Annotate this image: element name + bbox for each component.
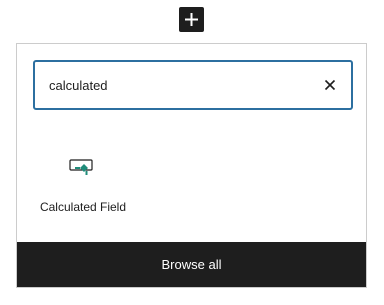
add-block-button[interactable] (179, 7, 204, 32)
block-inserter-root: Calculated Field Browse all (0, 0, 384, 305)
clear-search-button[interactable] (319, 74, 341, 96)
search-box (33, 60, 353, 110)
inserter-panel: Calculated Field Browse all (16, 43, 367, 288)
block-item-label: Calculated Field (39, 200, 127, 214)
block-item-calculated-field[interactable]: Calculated Field (33, 144, 133, 224)
search-input[interactable] (49, 62, 309, 108)
browse-all-button[interactable]: Browse all (17, 242, 366, 287)
calculated-field-icon (69, 159, 93, 175)
close-icon (324, 79, 336, 91)
plus-icon (185, 13, 198, 26)
